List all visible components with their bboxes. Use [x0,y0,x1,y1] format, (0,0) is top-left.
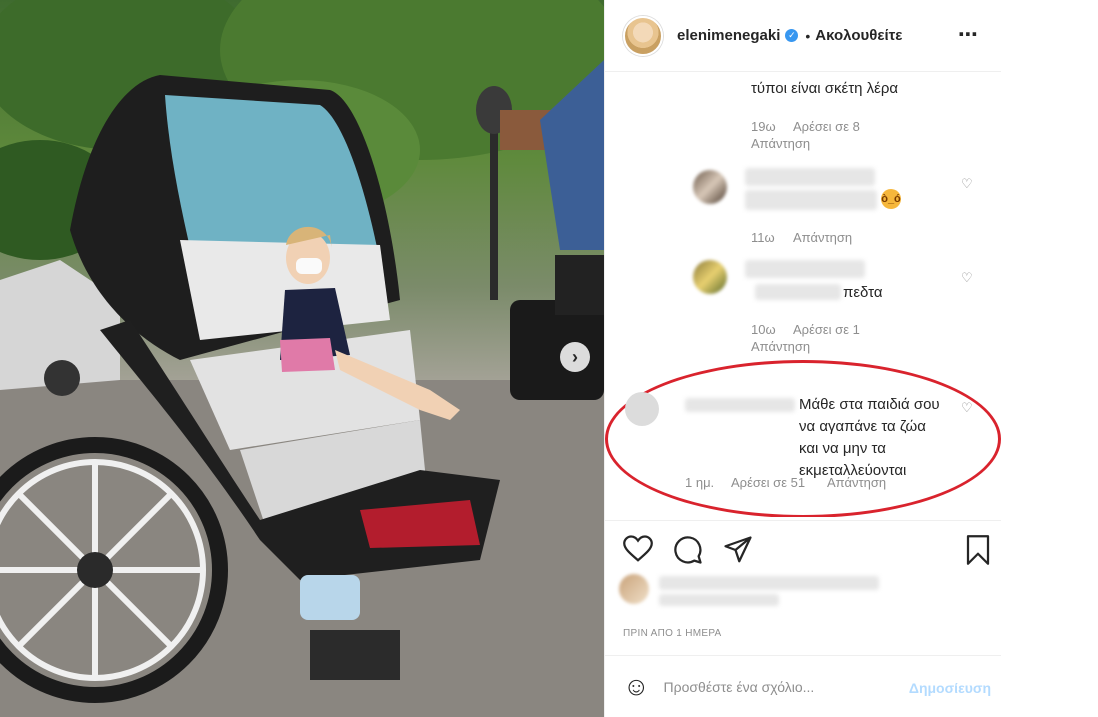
comment-time: 19ω [751,119,776,134]
blurred-comment-text [755,284,841,300]
comment-likes[interactable]: Αρέσει σε 1 [793,321,860,339]
commenter-avatar[interactable] [625,392,659,426]
comment-text-tail: πεδτα [843,284,883,301]
comment-like-heart-icon[interactable]: ♡ [961,270,973,286]
comment-time: 1 ημ. [685,475,715,490]
blurred-likes-summary [619,572,879,612]
emoji-picker-icon[interactable]: ☺ [623,671,650,702]
following-button[interactable]: Ακολουθείτε [815,27,902,44]
comment-reply-button[interactable]: Απάντηση [751,135,810,153]
comment-reply-button[interactable]: Απάντηση [751,338,810,356]
comment-time: 10ω [751,322,776,337]
comment-likes[interactable]: Αρέσει σε 51 [731,474,805,492]
post-header: elenimenegaki ✓ • Ακολουθείτε ⋯ [605,0,1001,72]
angry-emoji-icon: ò_ó [881,189,901,209]
comment-text: Μάθε στα παιδιά σου να αγαπάνε τα ζώα κα… [685,394,945,482]
blurred-likes-text [659,576,879,590]
carriage-photo-illustration [0,0,604,717]
publish-button[interactable]: Δημοσίευση [909,680,991,696]
next-photo-button[interactable]: › [560,342,590,372]
share-paper-plane-icon[interactable] [723,535,753,565]
comment-input[interactable] [663,678,874,695]
commenter-avatar[interactable] [693,260,727,294]
blurred-likes-text [659,594,779,606]
post-action-bar [605,520,1001,580]
header-separator: • [805,27,811,44]
comment-text-content: Μάθε στα παιδιά σου να αγαπάνε τα ζώα κα… [799,396,940,479]
author-username[interactable]: elenimenegaki [677,27,780,44]
like-heart-icon[interactable] [623,535,653,563]
verified-badge-icon: ✓ [785,29,799,42]
blurred-comment-text [745,190,877,210]
add-comment-bar: ☺ Δημοσίευση [605,655,1001,717]
comment-like-heart-icon[interactable]: ♡ [961,176,973,192]
post-time-ago[interactable]: ΠΡΙΝ ΑΠΟ 1 ΗΜΕΡΑ [623,628,722,639]
save-bookmark-icon[interactable] [965,535,991,565]
comment-bubble-icon[interactable] [673,535,703,565]
post-photo: › [0,0,604,717]
commenter-avatar[interactable] [693,170,727,204]
post-side-panel: elenimenegaki ✓ • Ακολουθείτε ⋯ τύποι εί… [604,0,1001,717]
blurred-username [745,168,875,186]
comment-like-heart-icon[interactable]: ♡ [961,400,973,416]
comment-time: 11ω [751,230,775,245]
liker-avatar [619,574,649,604]
author-avatar[interactable] [623,15,663,56]
comment-text: τύποι είναι σκέτη λέρα [751,80,899,97]
blurred-username [745,260,865,278]
comments-list: τύποι είναι σκέτη λέρα 19ω Αρέσει σε 8 Α… [605,72,1001,517]
comment-reply-button[interactable]: Απάντηση [793,229,852,247]
comment-reply-button[interactable]: Απάντηση [827,474,886,492]
comment-likes[interactable]: Αρέσει σε 8 [793,118,860,136]
more-options-icon[interactable]: ⋯ [958,22,979,47]
